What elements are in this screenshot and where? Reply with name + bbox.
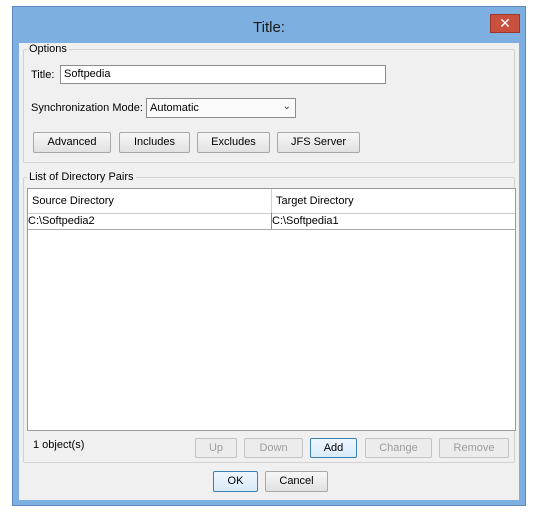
down-button[interactable]: Down	[244, 438, 303, 458]
cancel-button[interactable]: Cancel	[265, 471, 328, 492]
sync-mode-value: Automatic	[150, 102, 199, 114]
table-row[interactable]: C:\Softpedia2 C:\Softpedia1	[28, 213, 515, 230]
jfs-server-button[interactable]: JFS Server	[277, 132, 360, 153]
close-icon: ✕	[499, 15, 511, 31]
column-header-target[interactable]: Target Directory	[271, 189, 515, 213]
dialog-window: Title: ✕ Options Title: Softpedia Synchr…	[12, 6, 526, 506]
dialog-client-area: Options Title: Softpedia Synchronization…	[19, 43, 519, 500]
object-count: 1 object(s)	[33, 439, 85, 451]
ok-button[interactable]: OK	[213, 471, 258, 492]
excludes-button[interactable]: Excludes	[197, 132, 270, 153]
window-title: Title:	[253, 19, 285, 36]
options-group-label: Options	[27, 43, 69, 55]
advanced-button[interactable]: Advanced	[33, 132, 111, 153]
title-label: Title:	[31, 69, 55, 81]
chevron-down-icon: ⌄	[282, 101, 291, 112]
add-button[interactable]: Add	[310, 438, 357, 458]
sync-mode-select[interactable]: Automatic ⌄	[146, 98, 296, 118]
title-input[interactable]: Softpedia	[60, 65, 386, 84]
up-button[interactable]: Up	[195, 438, 237, 458]
title-bar[interactable]: Title: ✕	[13, 7, 525, 43]
table-header: Source Directory Target Directory	[28, 189, 515, 214]
source-directory-cell: C:\Softpedia2	[28, 215, 95, 227]
sync-mode-label: Synchronization Mode:	[31, 102, 143, 114]
directory-pairs-group-label: List of Directory Pairs	[27, 171, 136, 183]
target-directory-cell: C:\Softpedia1	[271, 213, 514, 229]
close-button[interactable]: ✕	[490, 14, 520, 33]
change-button[interactable]: Change	[365, 438, 432, 458]
column-header-source[interactable]: Source Directory	[28, 189, 271, 213]
includes-button[interactable]: Includes	[119, 132, 190, 153]
remove-button[interactable]: Remove	[439, 438, 509, 458]
directory-pairs-table[interactable]: Source Directory Target Directory C:\Sof…	[27, 188, 516, 431]
